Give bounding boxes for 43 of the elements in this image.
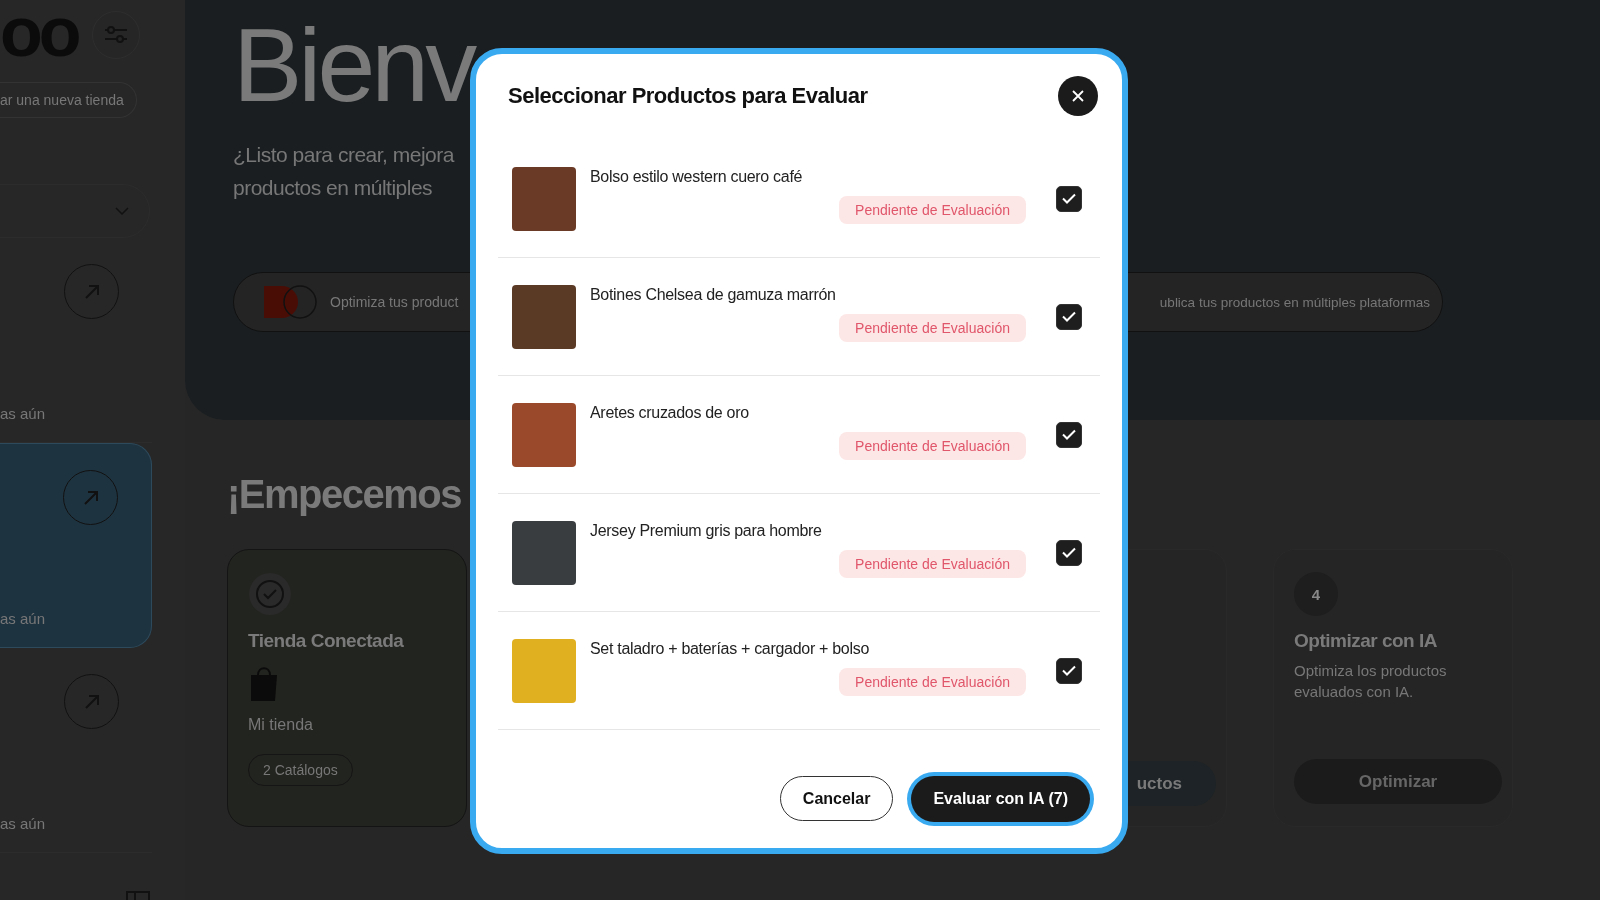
card-title: Tienda Conectada <box>248 630 404 652</box>
sidebar-item-label: as aún <box>0 610 46 627</box>
sidebar-item[interactable]: as aún <box>0 648 152 853</box>
checkbox[interactable] <box>1056 539 1082 566</box>
pill-text: ublica tus productos en múltiples plataformas <box>1159 294 1430 310</box>
store-name: Mi tienda <box>248 716 313 734</box>
step-number: 4 <box>1294 572 1338 616</box>
checkbox[interactable] <box>1056 303 1082 330</box>
product-name: Set taladro + baterías + cargador + bolso <box>590 639 869 658</box>
card-title: Optimizar con IA <box>1294 630 1437 652</box>
pill-text: Optimiza tus product <box>330 294 459 311</box>
section-title: ¡Empecemos <box>227 472 461 517</box>
check-icon <box>1062 193 1076 204</box>
checkbox[interactable] <box>1056 657 1082 684</box>
status-badge: Pendiente de Evaluación <box>839 431 1026 460</box>
status-badge: Pendiente de Evaluación <box>839 313 1026 342</box>
check-icon <box>1062 547 1076 558</box>
check-icon <box>1062 429 1076 440</box>
card-description: Optimiza los productos evaluados con IA. <box>1294 661 1448 702</box>
check-circle-icon <box>248 572 292 616</box>
product-name: Botines Chelsea de gamuza marrón <box>590 285 836 304</box>
modal-title: Seleccionar Productos para Evaluar <box>508 83 868 109</box>
close-button[interactable] <box>1058 76 1098 116</box>
sidebar-item-label: as aún <box>0 815 46 832</box>
checkbox[interactable] <box>1056 421 1082 448</box>
product-name: Jersey Premium gris para hombre <box>590 521 822 540</box>
check-icon <box>1062 311 1076 322</box>
status-badge: Pendiente de Evaluación <box>839 549 1026 578</box>
checkbox[interactable] <box>1056 185 1082 212</box>
hero-title: Bienv <box>233 8 474 123</box>
product-name: Aretes cruzados de oro <box>590 403 749 422</box>
check-icon <box>1062 665 1076 676</box>
new-store-button[interactable]: ar una nueva tienda <box>0 82 137 118</box>
product-name: Bolso estilo western cuero café <box>590 167 803 186</box>
close-icon <box>1072 90 1084 102</box>
hero-subtitle: ¿Listo para crear, mejora productos en múltiples <box>233 142 454 202</box>
shopping-bag-icon <box>248 666 280 702</box>
sidebar-item[interactable]: as aún <box>0 443 152 648</box>
cancel-button[interactable]: Cancelar <box>779 776 894 821</box>
sidebar-item-label: as aún <box>0 405 46 422</box>
logo-icon <box>262 284 318 321</box>
status-badge: Pendiente de Evaluación <box>839 667 1026 696</box>
status-badge: Pendiente de Evaluación <box>839 195 1026 224</box>
